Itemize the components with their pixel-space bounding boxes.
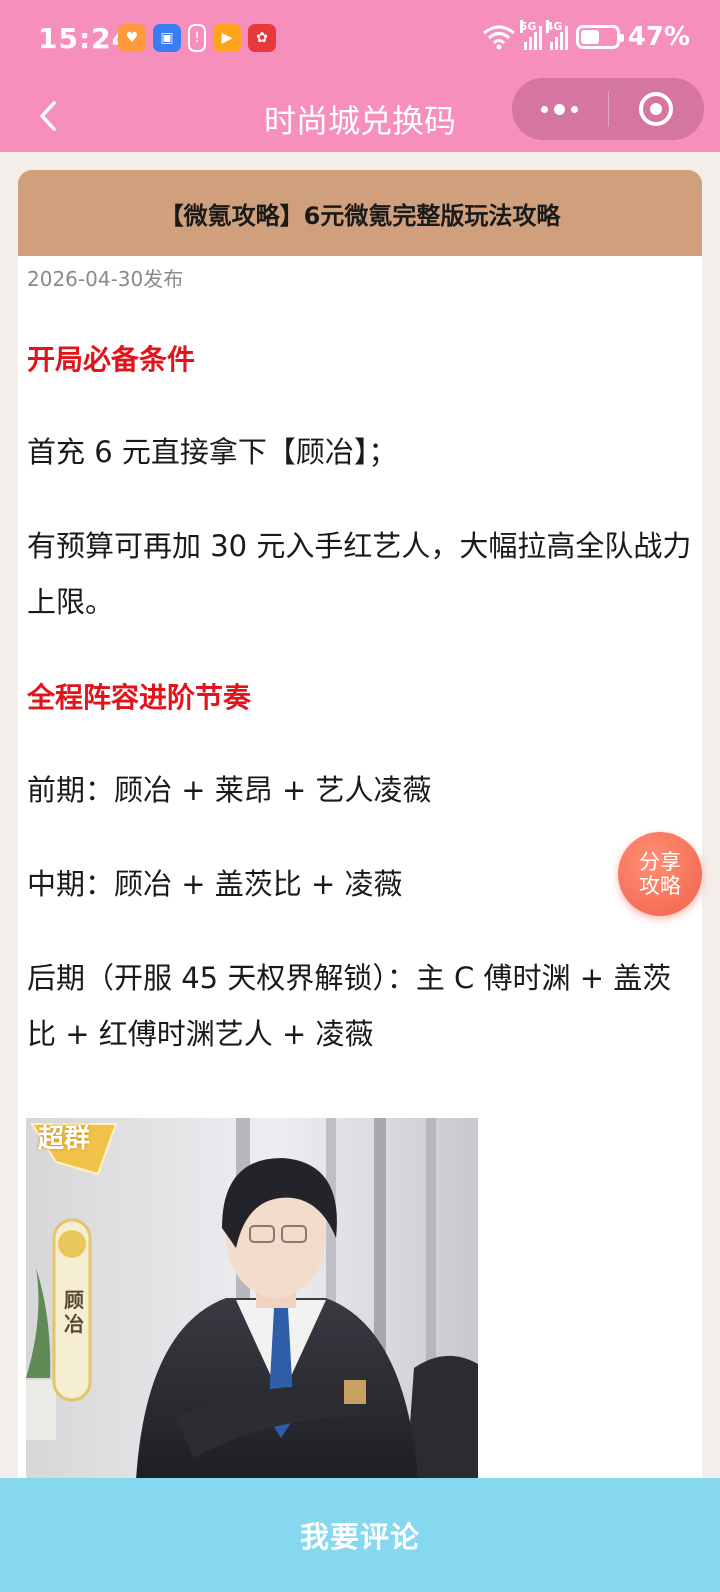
share-guide-button[interactable]: 分享攻略 bbox=[618, 832, 702, 916]
signal-5g-icon: 5G bbox=[519, 20, 542, 50]
paragraph-budget: 有预算可再加 30 元入手红艺人，大幅拉高全队战力上限。 bbox=[27, 529, 692, 619]
battery-icon bbox=[575, 25, 624, 49]
paragraph-late-stage: 后期（开服 45 天权界解锁）：主 C 傅时渊 + 盖茨比 + 红傅时渊艺人 +… bbox=[27, 961, 672, 1051]
signal-4g-icon: 4G bbox=[545, 20, 568, 50]
more-dots-icon bbox=[541, 103, 579, 115]
mini-program-capsule bbox=[512, 78, 704, 140]
character-illustration-svg bbox=[26, 1118, 478, 1480]
notification-icons: ♥ ▣ ! ▶ ✿ bbox=[118, 24, 276, 52]
battery-percent: 47% bbox=[627, 22, 690, 52]
article-card: 【微氪攻略】6元微氪完整版玩法攻略 2026-04-30发布 开局必备条件 首充… bbox=[18, 170, 702, 1480]
comment-button[interactable]: 我要评论 bbox=[0, 1478, 720, 1592]
close-miniprogram-button[interactable] bbox=[609, 78, 705, 140]
share-guide-label: 分享攻略 bbox=[639, 850, 681, 898]
article-title: 【微氪攻略】6元微氪完整版玩法攻略 bbox=[18, 170, 702, 256]
more-button[interactable] bbox=[512, 78, 608, 140]
paragraph-first-charge: 首充 6 元直接拿下【顾冶】； bbox=[27, 435, 398, 469]
paragraph-early-stage: 前期：顾冶 + 莱昂 + 艺人凌薇 bbox=[27, 773, 432, 807]
character-name-tag: 顾冶 bbox=[64, 1288, 84, 1336]
game-app-icon: ✿ bbox=[248, 24, 276, 52]
heart-app-icon: ♥ bbox=[118, 24, 146, 52]
network-4g-label: 4G bbox=[545, 20, 563, 33]
section-title-lineup: 全程阵容进阶节奏 bbox=[27, 681, 252, 714]
battery-fill bbox=[580, 30, 599, 44]
comment-button-label: 我要评论 bbox=[299, 1520, 420, 1554]
alert-app-icon: ! bbox=[188, 24, 206, 52]
video-app-icon: ▶ bbox=[213, 24, 241, 52]
publish-date: 2026-04-30发布 bbox=[27, 267, 184, 291]
section-title-requirements: 开局必备条件 bbox=[27, 343, 196, 376]
status-bar: 15:24 ♥ ▣ ! ▶ ✿ 5G 4G 47% bbox=[0, 0, 720, 80]
market-app-icon: ▣ bbox=[153, 24, 181, 52]
wifi-icon bbox=[482, 25, 515, 50]
close-target-icon bbox=[639, 92, 674, 126]
rank-badge: 超群 bbox=[38, 1124, 91, 1154]
paragraph-mid-stage: 中期：顾冶 + 盖茨比 + 凌薇 bbox=[27, 867, 403, 901]
character-illustration: 超群 顾冶 bbox=[26, 1118, 478, 1480]
status-indicators: 5G 4G 47% bbox=[482, 20, 690, 52]
network-5g-label: 5G bbox=[519, 20, 537, 33]
